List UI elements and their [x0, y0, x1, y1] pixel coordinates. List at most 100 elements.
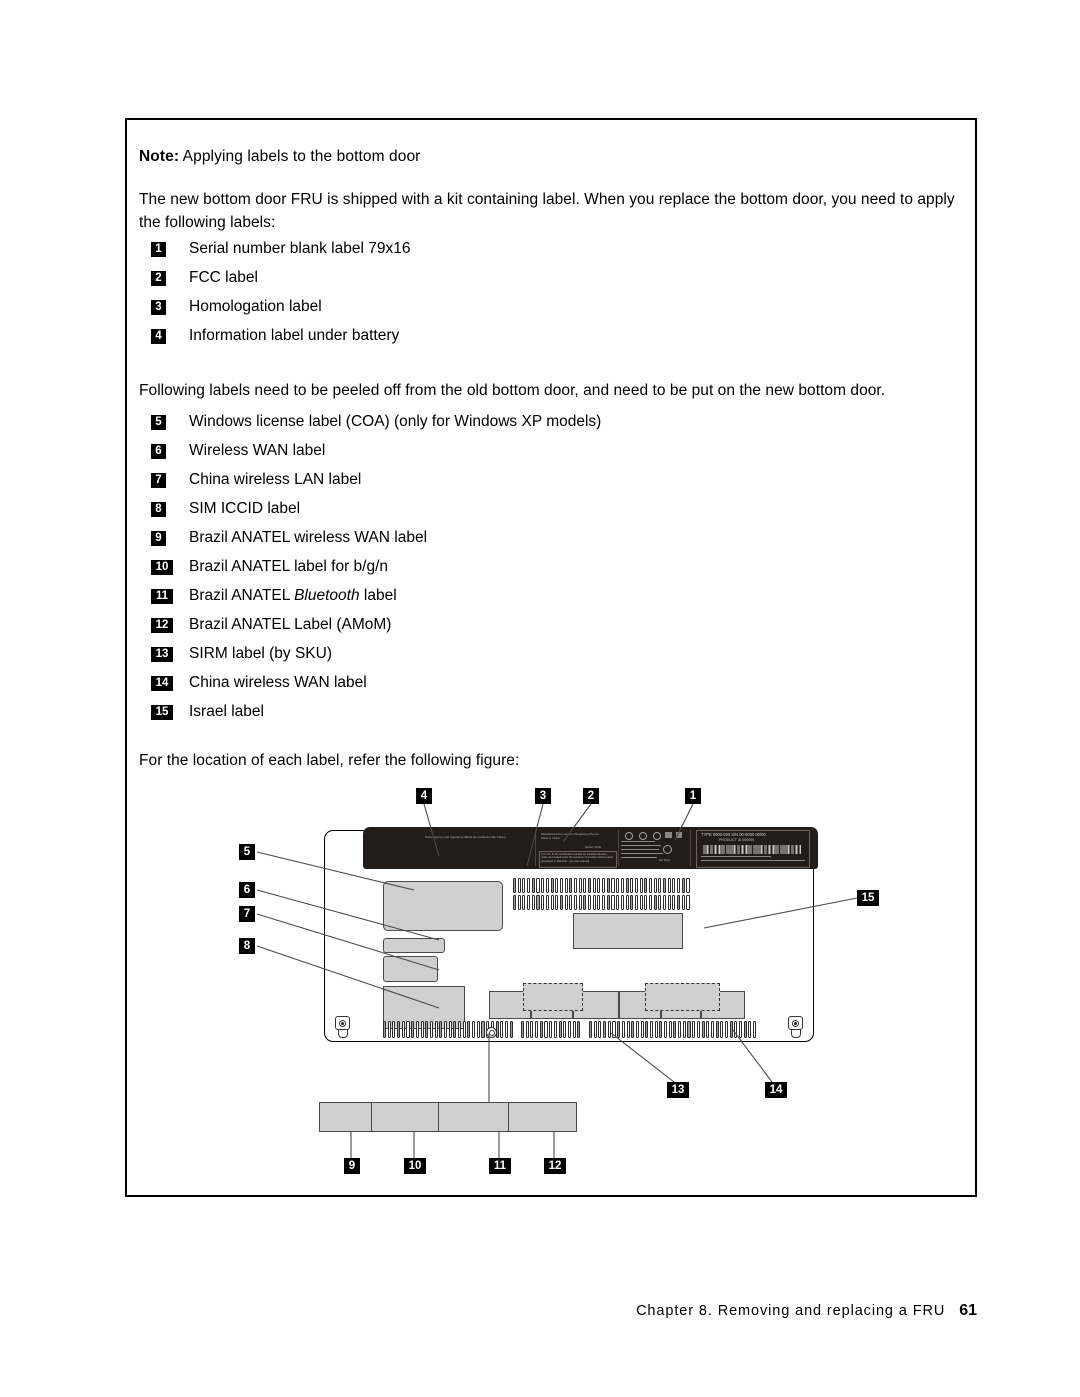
vent-slot [634, 878, 638, 893]
reg-fcc-note: FCC ID / IC ID: Certification number for… [541, 853, 613, 863]
peel-label-number-5: 5 [151, 415, 166, 430]
vent-slot [564, 895, 568, 910]
vent-slot [387, 1021, 391, 1038]
vent-slot [476, 1021, 480, 1038]
vent-row-bottom-2 [521, 1021, 581, 1038]
peel-label-number-8: 8 [151, 502, 166, 517]
vent-slot [513, 895, 517, 910]
rear-foot-left [335, 1016, 350, 1039]
center-screw [486, 1027, 497, 1038]
vent-slot [625, 878, 629, 893]
peel-label-text-9: Brazil ANATEL wireless WAN label [189, 529, 428, 546]
fig-callout-3: 3 [535, 788, 551, 804]
recycle-icon [625, 832, 633, 840]
vent-slot [753, 1021, 757, 1038]
vent-slot [536, 895, 540, 910]
label-windows-coa [383, 881, 503, 931]
footer-chapter-text: Chapter 8. Removing and replacing a FRU [636, 1303, 946, 1319]
peel-label-text-14: China wireless WAN label [189, 674, 367, 691]
vent-slot [677, 878, 681, 893]
vent-slot [573, 878, 578, 893]
label-wireless-wan [383, 938, 445, 953]
vent-slot [411, 1021, 415, 1038]
detail-seg-11 [439, 1103, 509, 1131]
note-label: Note: [139, 148, 180, 165]
apply-label-number-2: 2 [151, 271, 166, 286]
vent-slot [635, 1021, 639, 1038]
vent-slot [729, 1021, 733, 1038]
vent-slot [640, 1021, 644, 1038]
vent-slot [602, 878, 606, 893]
vent-slot [559, 878, 563, 893]
vent-slot [401, 1021, 405, 1038]
vent-slot [513, 878, 517, 893]
vent-slot [620, 878, 624, 893]
vent-slot [558, 1021, 562, 1038]
vent-slot [667, 895, 671, 910]
vent-slot [687, 1021, 691, 1038]
peel-label-number-14: 14 [151, 676, 173, 691]
vent-slot [648, 878, 653, 893]
page-border: Note: Applying labels to the bottom door… [125, 118, 977, 1197]
vent-slot [522, 878, 526, 893]
vent-slot [612, 1021, 616, 1038]
vent-slot [724, 1021, 729, 1038]
fig-callout-2: 2 [583, 788, 599, 804]
vent-slot [739, 1021, 743, 1038]
rear-foot-right [788, 1016, 803, 1039]
peel-label-text-10: Brazil ANATEL label for b/g/n [189, 558, 389, 575]
vent-slot [686, 878, 690, 893]
peel-label-number-13: 13 [151, 647, 173, 662]
vent-slot [504, 1021, 508, 1038]
vent-slot [559, 895, 563, 910]
reg-eu-only: EU Only [659, 858, 670, 862]
vent-slot [603, 1021, 607, 1038]
vent-slot [667, 878, 671, 893]
vent-slot [720, 1021, 724, 1038]
vent-slot [535, 1021, 539, 1038]
refer-paragraph: For the location of each label, refer th… [139, 752, 520, 769]
vent-slot [592, 878, 596, 893]
vent-slot [616, 878, 620, 893]
vent-slot [617, 1021, 621, 1038]
anatel-label-detail-strip [319, 1102, 577, 1132]
label-china-wwan-dashed [645, 983, 720, 1011]
vent-slot [710, 1021, 714, 1038]
fig-callout-1: 1 [685, 788, 701, 804]
vent-slot [443, 1021, 448, 1038]
vent-slot [522, 895, 526, 910]
vent-slot [472, 1021, 476, 1038]
peel-label-text-11: Brazil ANATEL Bluetooth label [189, 587, 397, 604]
vent-slot [664, 1021, 668, 1038]
vent-slot [649, 1021, 654, 1038]
peel-label-text-6: Wireless WAN label [189, 442, 326, 459]
vent-slot [521, 1021, 525, 1038]
fig-callout-7: 7 [239, 906, 255, 922]
apply-label-number-3: 3 [151, 300, 166, 315]
vent-slot [663, 895, 667, 910]
vent-slot [545, 878, 549, 893]
vent-slot [597, 878, 601, 893]
label-sirm-dashed [523, 983, 583, 1011]
vent-slot [577, 1021, 581, 1038]
vent-slot [639, 895, 643, 910]
vent-slot [509, 1021, 513, 1038]
apply-label-text-4: Information label under battery [189, 327, 400, 344]
fig-callout-5: 5 [239, 844, 255, 860]
note-line: Note: Applying labels to the bottom door [139, 148, 420, 166]
vent-slot [631, 1021, 635, 1038]
wheelie-bin-icon [676, 832, 682, 838]
apply-label-number-1: 1 [151, 242, 166, 257]
vent-slot [572, 1021, 576, 1038]
vent-slot [658, 878, 662, 893]
vent-slot [583, 895, 587, 910]
bottom-door-figure: Some agency and regulatory labels are lo… [139, 780, 967, 1180]
vent-slot [598, 1021, 602, 1038]
vent-slot [462, 1021, 466, 1038]
vent-slot [625, 895, 629, 910]
vent-slot [531, 895, 535, 910]
fig-callout-4: 4 [416, 788, 432, 804]
vent-slot [678, 1021, 682, 1038]
certification-icon [653, 832, 661, 840]
vent-slot [593, 1021, 597, 1038]
